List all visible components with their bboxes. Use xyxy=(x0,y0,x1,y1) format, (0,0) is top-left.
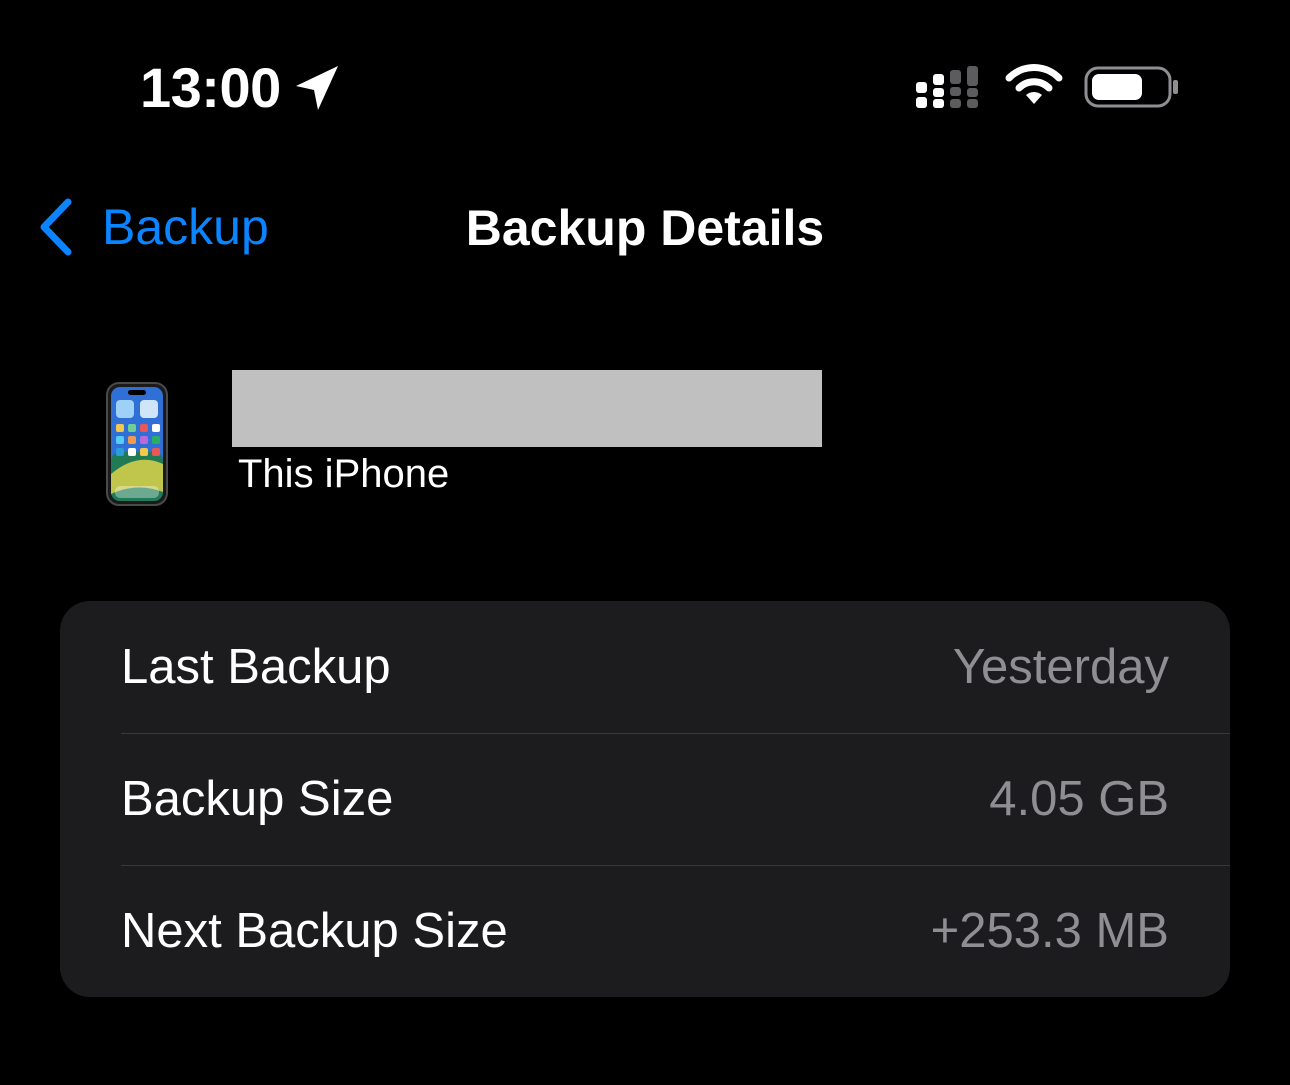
battery-icon xyxy=(1084,66,1178,108)
page-title: Backup Details xyxy=(465,200,825,256)
device-name-redacted xyxy=(232,370,822,447)
last-backup-row: Last Backup Yesterday xyxy=(60,601,1230,733)
detail-value: Yesterday xyxy=(952,640,1169,694)
detail-label: Backup Size xyxy=(121,772,394,826)
status-time: 13:00 xyxy=(140,56,281,119)
cellular-signal-icon xyxy=(916,66,978,108)
next-backup-size-row: Next Backup Size +253.3 MB xyxy=(60,865,1230,997)
detail-label: Last Backup xyxy=(121,640,391,694)
backup-details-card: Last Backup Yesterday Backup Size 4.05 G… xyxy=(60,601,1230,997)
device-subtitle: This iPhone xyxy=(238,452,450,496)
detail-label: Next Backup Size xyxy=(121,904,508,958)
backup-size-row: Backup Size 4.05 GB xyxy=(60,733,1230,865)
detail-value: +253.3 MB xyxy=(930,904,1169,958)
backup-details-screen: 13:00 Backup Backup Details This iPhone … xyxy=(0,0,1290,1085)
location-arrow-icon xyxy=(296,66,338,110)
wifi-icon xyxy=(1005,64,1063,104)
detail-value: 4.05 GB xyxy=(989,772,1169,826)
iphone-device-icon xyxy=(106,382,168,506)
